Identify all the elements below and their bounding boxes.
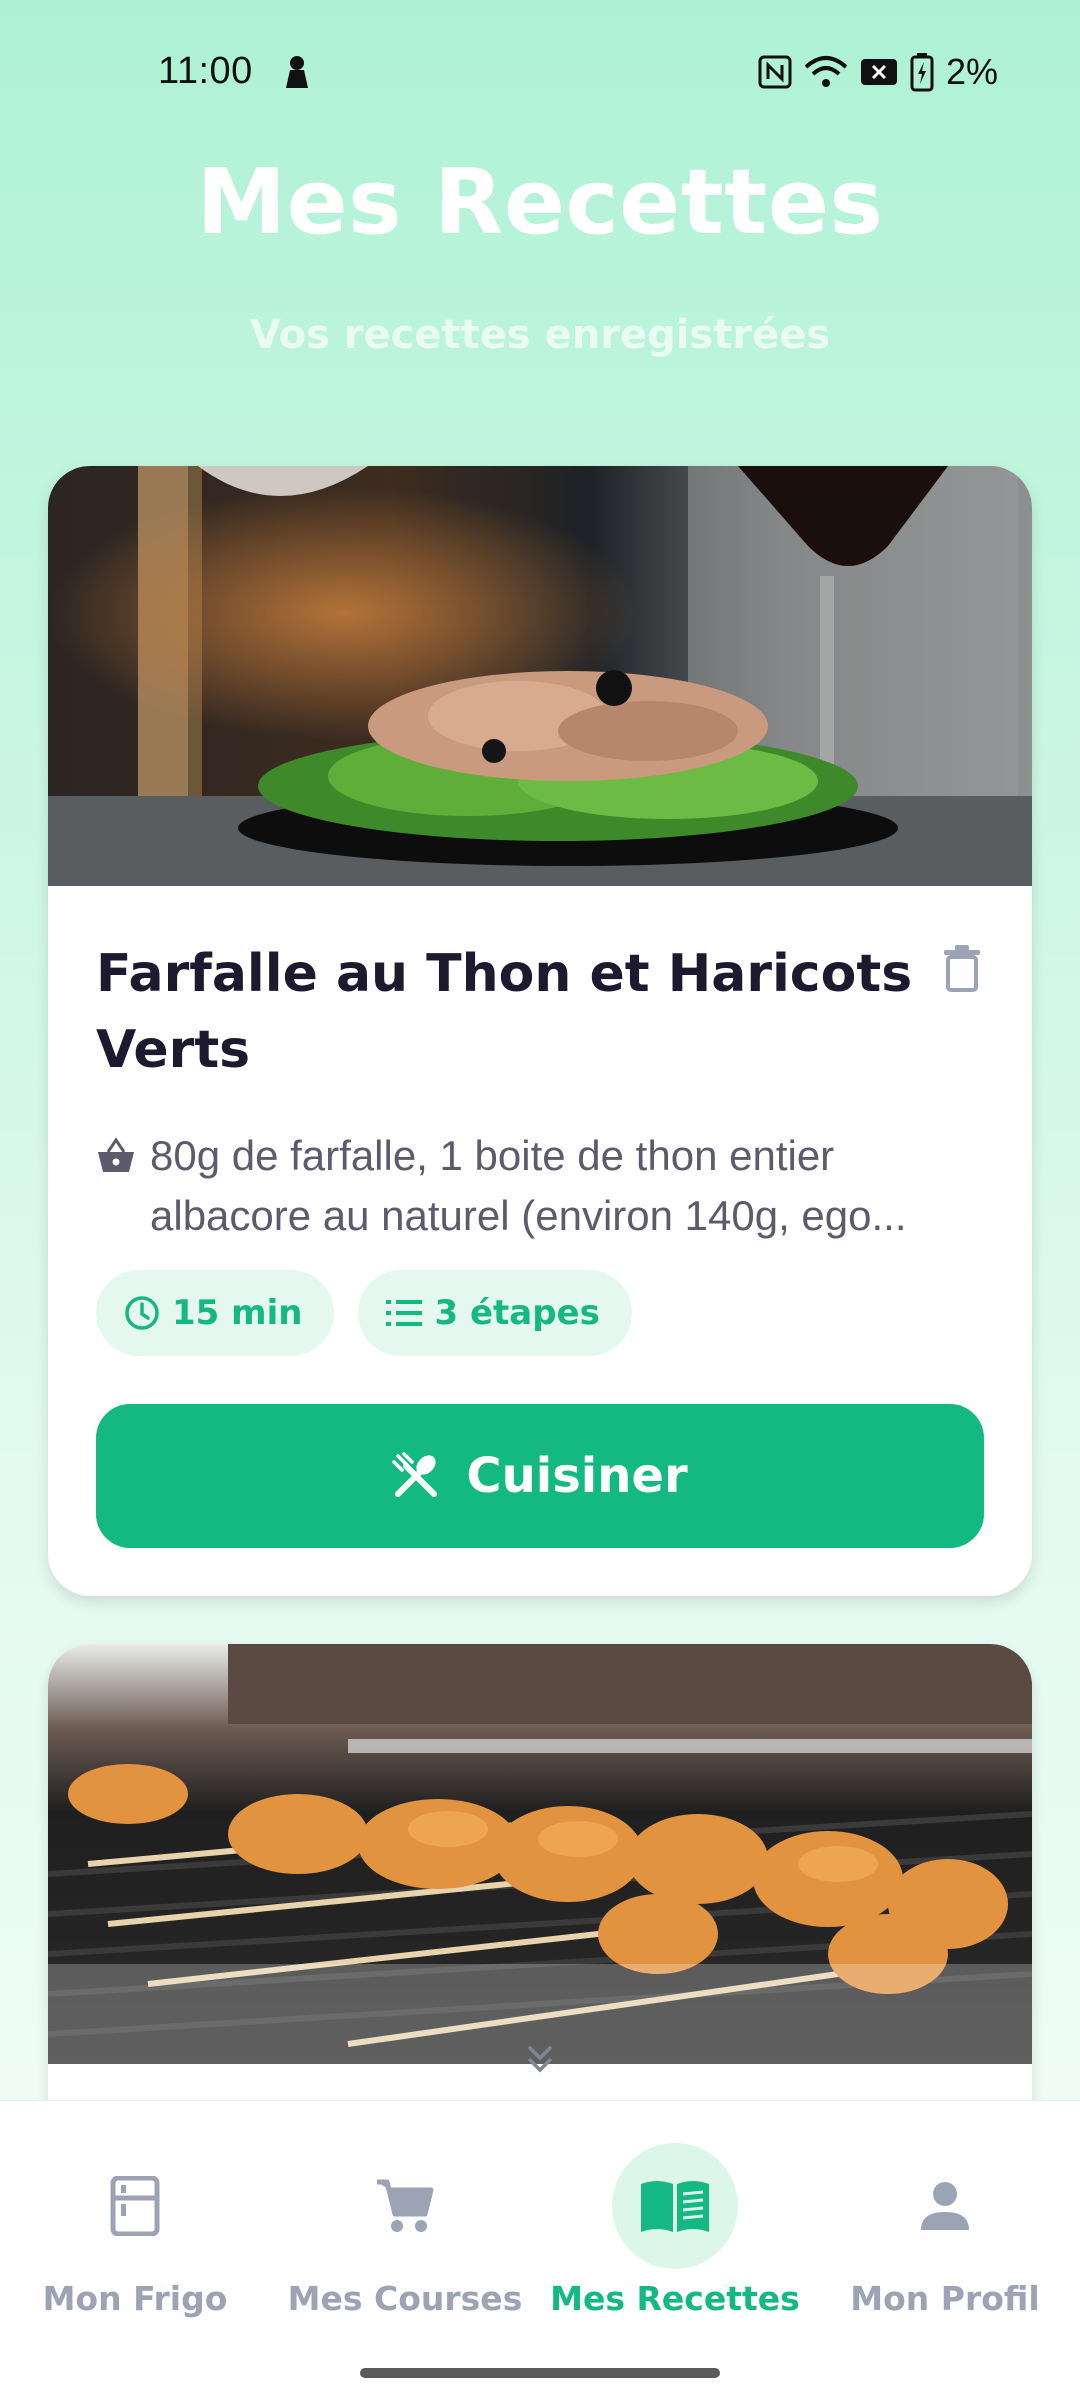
nav-label: Mon Frigo — [42, 2279, 228, 2318]
battery-percent: 2% — [945, 51, 998, 92]
notification-icon — [286, 56, 308, 88]
duration-label: 15 min — [172, 1293, 303, 1333]
recipe-image — [48, 1644, 1032, 2064]
nav-item-mes-recettes[interactable]: Mes Recettes — [540, 2101, 810, 2341]
page-subtitle: Vos recettes enregistrées — [249, 312, 831, 358]
status-bar: 11:00 2% — [0, 0, 1080, 140]
cook-button[interactable]: Cuisiner — [96, 1404, 984, 1548]
nav-item-mon-profil[interactable]: Mon Profil — [810, 2101, 1080, 2341]
status-time: 11:00 — [158, 50, 253, 92]
fridge-icon — [110, 2176, 160, 2236]
nav-label: Mes Courses — [287, 2279, 523, 2318]
bottom-nav: Mon Frigo Mes Courses Mes Recettes Mon P… — [0, 2100, 1080, 2400]
recipe-card[interactable]: Farfalle au Thon et Haricots Verts 80g d… — [48, 466, 1032, 1596]
duration-chip: 15 min — [96, 1270, 335, 1356]
home-indicator[interactable] — [360, 2368, 720, 2378]
chicken-skewers-photo — [48, 1644, 1032, 2064]
status-icons: 2% — [758, 50, 998, 94]
cart-icon — [377, 2179, 434, 2232]
nfc-icon — [758, 55, 792, 89]
list-icon — [386, 1300, 423, 1326]
wifi-icon — [804, 56, 848, 87]
basket-icon — [98, 1137, 134, 1172]
cook-label: Cuisiner — [466, 1448, 688, 1504]
utensils-icon — [392, 1452, 438, 1497]
delete-button[interactable] — [932, 938, 992, 998]
steps-chip: 3 étapes — [358, 1270, 632, 1356]
nav-label: Mes Recettes — [550, 2279, 800, 2318]
tuna-salad-photo — [48, 466, 1032, 886]
no-sim-icon — [860, 59, 897, 85]
recipe-meta: 15 min 3 étapes — [96, 1270, 632, 1356]
steps-label: 3 étapes — [434, 1293, 600, 1333]
person-icon — [921, 2182, 969, 2230]
page-title: Mes Recettes — [196, 150, 884, 255]
book-icon — [641, 2181, 709, 2232]
nav-label: Mon Profil — [850, 2279, 1040, 2318]
trash-icon — [944, 945, 980, 992]
scroll-down-icon[interactable] — [522, 2042, 558, 2078]
nav-item-mon-frigo[interactable]: Mon Frigo — [0, 2101, 270, 2341]
recipe-image — [48, 466, 1032, 886]
nav-item-mes-courses[interactable]: Mes Courses — [270, 2101, 540, 2341]
recipe-title[interactable]: Farfalle au Thon et Haricots Verts — [96, 936, 916, 1088]
clock-icon — [125, 1296, 159, 1330]
ingredients-text: 80g de farfalle, 1 boite de thon entier … — [150, 1132, 907, 1239]
battery-charging-icon — [910, 53, 934, 92]
